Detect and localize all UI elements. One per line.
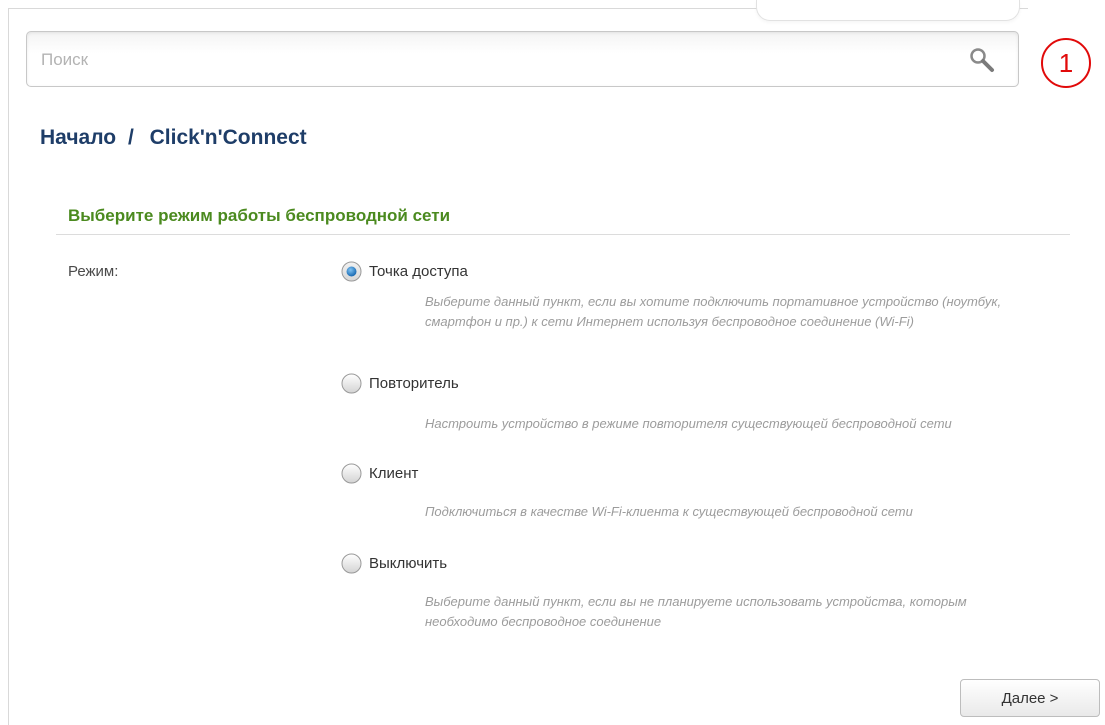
notification-count: 1 [1058,47,1074,78]
search-input[interactable] [39,32,943,88]
breadcrumb: Начало / Click'n'Connect [40,126,307,150]
content-frame-left [8,8,9,725]
breadcrumb-separator: / [127,126,134,149]
notification-badge[interactable]: 1 [1038,35,1094,91]
mode-option-access-point[interactable]: Точка доступа [341,261,468,282]
mode-option-label[interactable]: Повторитель [369,375,459,392]
mode-option-description: Выберите данный пункт, если вы не планир… [425,594,967,629]
next-button[interactable]: Далее > [960,679,1100,717]
mode-option-label[interactable]: Клиент [369,465,418,482]
mode-option-client[interactable]: Клиент [341,463,418,484]
search-bar[interactable] [26,31,1019,88]
search-icon[interactable] [968,46,996,74]
radio-unselected-icon[interactable] [341,373,362,394]
breadcrumb-current: Click'n'Connect [149,126,307,149]
radio-selected-icon[interactable] [341,261,362,282]
section-divider [56,234,1070,235]
radio-unselected-icon[interactable] [341,553,362,574]
notification-tab [756,0,1020,21]
breadcrumb-home[interactable]: Начало [40,126,116,149]
mode-option-repeater[interactable]: Повторитель [341,373,459,394]
mode-option-description: Подключиться в качестве Wi-Fi-клиента к … [425,504,913,519]
mode-option-description: Выберите данный пункт, если вы хотите по… [425,294,1002,329]
mode-option-disable[interactable]: Выключить [341,553,447,574]
mode-option-description: Настроить устройство в режиме повторител… [425,416,952,431]
radio-unselected-icon[interactable] [341,463,362,484]
mode-option-label[interactable]: Выключить [369,555,447,572]
section-title: Выберите режим работы беспроводной сети [68,206,451,225]
mode-label: Режим: [68,263,119,280]
mode-option-label[interactable]: Точка доступа [369,263,468,280]
